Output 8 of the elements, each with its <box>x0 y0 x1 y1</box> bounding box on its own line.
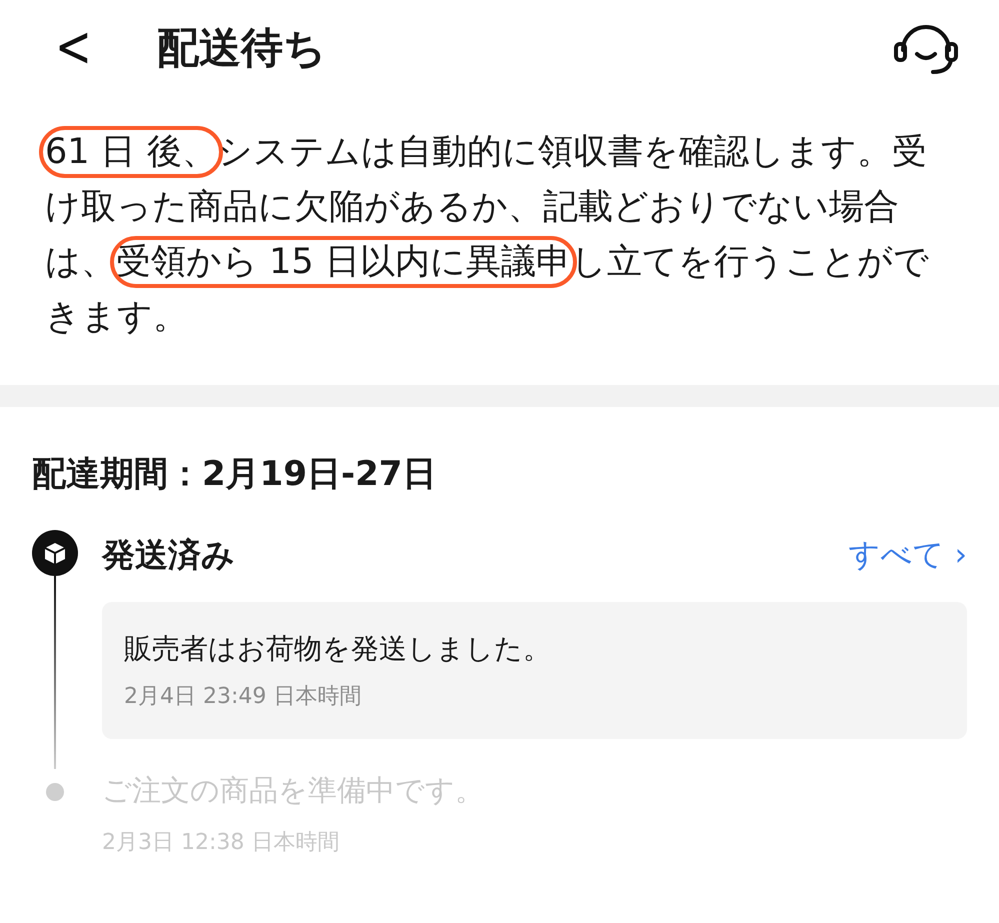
event-title: 発送済み <box>102 534 235 576</box>
back-button[interactable]: < <box>55 4 92 90</box>
event-time: 2月4日 23:49 日本時間 <box>124 682 362 710</box>
delivery-period: 配達期間：2月19日-27日 <box>31 453 438 496</box>
event-detail: 販売者はお荷物を発送しました。 <box>124 630 552 666</box>
see-all-link[interactable]: すべて › <box>848 532 967 578</box>
notice-paragraph: 61 日 後、システムは自動的に領収書を確認します。受け取った商品に欠陥があるか、記載どおりでない場合は、受領から 15 日以内に異議申 し立てを行うことができます。 <box>0 95 999 385</box>
page-title: 配送待ち <box>156 22 326 74</box>
